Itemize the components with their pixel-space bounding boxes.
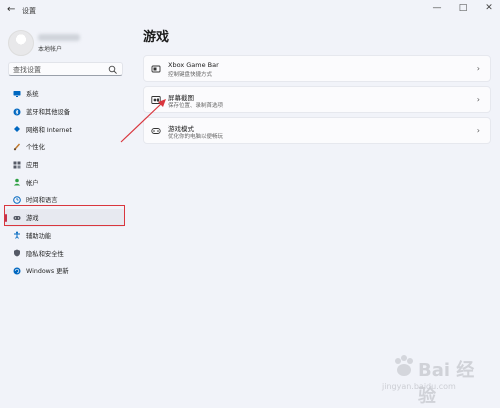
sidebar-item-privacy[interactable]: 隐私和安全性 bbox=[5, 244, 125, 262]
wifi-icon bbox=[14, 126, 20, 133]
sidebar-item-label: 时间和语言 bbox=[26, 197, 58, 205]
sidebar-item-label: 应用 bbox=[26, 162, 39, 170]
sidebar-nav: 系统 蓝牙和其他设备 网络和 Internet 个性化 应用 帐户 时间和语言 … bbox=[5, 85, 125, 280]
maximize-button[interactable]: □ bbox=[458, 3, 468, 13]
sidebar-item-label: 个性化 bbox=[26, 144, 45, 152]
xbox-game-bar-icon bbox=[151, 65, 161, 73]
sidebar-item-accounts[interactable]: 帐户 bbox=[5, 173, 125, 191]
shield-icon bbox=[14, 249, 20, 257]
search-placeholder: 查找设置 bbox=[13, 66, 41, 74]
accessibility-icon bbox=[14, 231, 20, 240]
sidebar-item-label: 蓝牙和其他设备 bbox=[26, 109, 71, 117]
monitor-icon bbox=[13, 90, 21, 97]
avatar bbox=[8, 30, 34, 56]
card-description: 控制键盘快捷方式 bbox=[168, 72, 213, 78]
sidebar-item-system[interactable]: 系统 bbox=[5, 85, 125, 103]
card-title: Xbox Game Bar bbox=[168, 61, 219, 69]
sidebar-item-accessibility[interactable]: 辅助功能 bbox=[5, 227, 125, 245]
close-button[interactable]: ✕ bbox=[484, 3, 494, 13]
brush-icon bbox=[13, 143, 21, 151]
update-icon bbox=[13, 267, 21, 275]
chevron-right-icon: › bbox=[476, 64, 480, 73]
sidebar-item-label: 隐私和安全性 bbox=[26, 250, 64, 258]
annotation-highlight-box bbox=[4, 205, 125, 226]
paw-logo-icon bbox=[395, 355, 413, 376]
card-description: 优化你的电脑以便畅玩 bbox=[168, 134, 224, 140]
blurred-username bbox=[38, 34, 80, 41]
window-controls: — □ ✕ bbox=[432, 3, 494, 13]
app-title: 设置 bbox=[22, 7, 36, 15]
sidebar-item-label: 辅助功能 bbox=[26, 232, 52, 240]
watermark: Bai 经验 jingyan.baidu.com bbox=[382, 352, 492, 407]
apps-icon bbox=[13, 161, 21, 169]
search-icon bbox=[108, 65, 117, 74]
card-xbox-game-bar[interactable]: Xbox Game Bar 控制键盘快捷方式 › bbox=[143, 55, 491, 82]
card-game-mode[interactable]: 游戏模式 优化你的电脑以便畅玩 › bbox=[143, 117, 491, 144]
person-icon bbox=[13, 178, 21, 186]
title-bar: ← 设置 — □ ✕ bbox=[0, 0, 500, 22]
sidebar-item-label: 系统 bbox=[26, 91, 39, 99]
sidebar-item-label: Windows 更新 bbox=[26, 268, 69, 276]
watermark-url: jingyan.baidu.com bbox=[382, 382, 456, 391]
sidebar-item-label: 网络和 Internet bbox=[26, 126, 72, 134]
sidebar-item-network[interactable]: 网络和 Internet bbox=[5, 120, 125, 138]
back-button[interactable]: ← bbox=[7, 4, 15, 15]
bluetooth-icon bbox=[13, 108, 21, 116]
sidebar-item-apps[interactable]: 应用 bbox=[5, 156, 125, 174]
page-title: 游戏 bbox=[143, 30, 170, 45]
sidebar-item-label: 帐户 bbox=[26, 179, 39, 187]
sidebar-item-windows-update[interactable]: Windows 更新 bbox=[5, 262, 125, 280]
minimize-button[interactable]: — bbox=[432, 3, 442, 13]
sidebar-item-bluetooth[interactable]: 蓝牙和其他设备 bbox=[5, 103, 125, 121]
chevron-right-icon: › bbox=[476, 95, 480, 104]
capture-icon bbox=[151, 96, 161, 104]
card-description: 保存位置、录制首选项 bbox=[168, 103, 224, 109]
globe-clock-icon bbox=[13, 196, 21, 204]
account-type: 本地帐户 bbox=[38, 46, 63, 53]
sidebar-item-personalization[interactable]: 个性化 bbox=[5, 138, 125, 156]
chevron-right-icon: › bbox=[476, 126, 480, 135]
game-mode-icon bbox=[151, 128, 161, 134]
card-captures[interactable]: 屏幕截图 保存位置、录制首选项 › bbox=[143, 86, 491, 113]
search-input[interactable]: 查找设置 bbox=[8, 62, 123, 76]
